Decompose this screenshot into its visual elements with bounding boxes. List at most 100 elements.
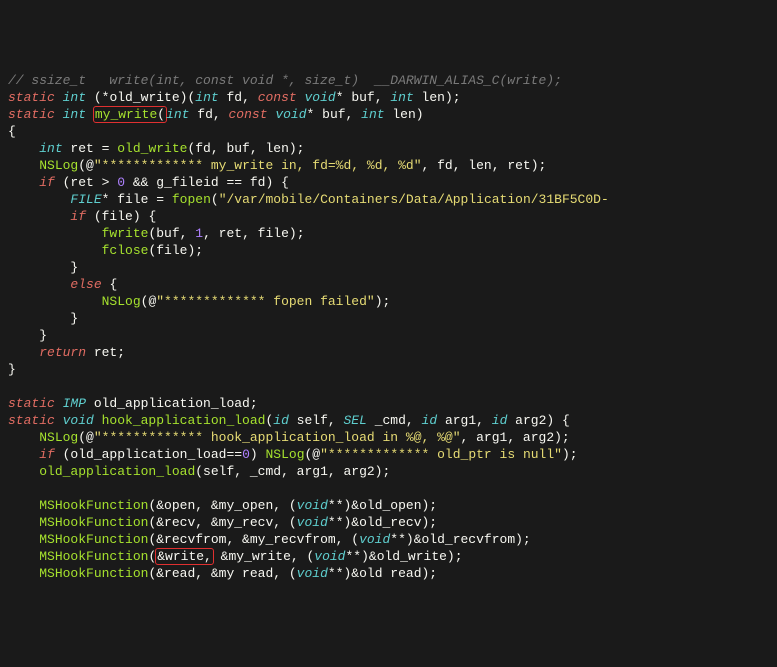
keyword: const xyxy=(229,107,268,122)
type: void xyxy=(297,498,328,513)
punct: , xyxy=(213,107,229,122)
text: ) xyxy=(250,447,266,462)
identifier: self xyxy=(289,413,328,428)
punct: , xyxy=(476,413,492,428)
punct: * xyxy=(102,192,118,207)
indent xyxy=(8,447,39,462)
indent xyxy=(8,532,39,547)
func-call: old_write xyxy=(117,141,187,156)
text: , arg1, arg2); xyxy=(461,430,570,445)
keyword: return xyxy=(39,345,86,360)
text: = xyxy=(148,192,171,207)
punct: (* xyxy=(86,90,109,105)
func-call: NSLog xyxy=(39,430,78,445)
punct: * xyxy=(307,107,323,122)
func-call: NSLog xyxy=(265,447,304,462)
punct: (@ xyxy=(78,158,94,173)
text: (file); xyxy=(148,243,203,258)
text: (&recvfrom, &my_recvfrom, ( xyxy=(148,532,359,547)
type: id xyxy=(422,413,438,428)
text: &write, xyxy=(157,549,212,564)
punct: (@ xyxy=(141,294,157,309)
punct: )( xyxy=(180,90,196,105)
type: int xyxy=(195,90,218,105)
type: void xyxy=(297,566,328,581)
indent xyxy=(8,141,39,156)
func-call: MSHookFunction xyxy=(39,549,148,564)
brace: } xyxy=(8,328,47,343)
func-call: MSHookFunction xyxy=(39,515,148,530)
identifier: len xyxy=(385,107,416,122)
type: int xyxy=(361,107,384,122)
indent xyxy=(8,175,39,190)
string: "************* my_write in, fd=%d, %d, %… xyxy=(94,158,422,173)
func-call: MSHookFunction xyxy=(39,566,148,581)
type: void xyxy=(297,515,328,530)
func-name: my_write xyxy=(95,107,157,122)
indent xyxy=(8,515,39,530)
func-call: NSLog xyxy=(102,294,141,309)
identifier: fd xyxy=(189,107,212,122)
identifier: fd xyxy=(219,90,242,105)
indent xyxy=(8,209,70,224)
text: **)&old_write); xyxy=(346,549,463,564)
type: void xyxy=(297,90,336,105)
text: ret; xyxy=(86,345,125,360)
text: { xyxy=(102,277,118,292)
identifier: len xyxy=(414,90,445,105)
string: "************* hook_application_load in … xyxy=(94,430,461,445)
text: (file) { xyxy=(86,209,156,224)
text: **)&old_recvfrom); xyxy=(390,532,530,547)
punct: ( xyxy=(211,192,219,207)
punct: , xyxy=(406,413,422,428)
indent xyxy=(8,226,102,241)
type: int xyxy=(39,141,62,156)
identifier: arg1 xyxy=(437,413,476,428)
type: void xyxy=(55,413,102,428)
type: int xyxy=(390,90,413,105)
punct: , xyxy=(328,413,344,428)
brace: } xyxy=(8,362,16,377)
keyword: if xyxy=(39,447,55,462)
text: (old_application_load== xyxy=(55,447,242,462)
func-call: old_application_load xyxy=(39,464,195,479)
text: (&read, &my read, ( xyxy=(148,566,296,581)
text: && g_fileid == fd) { xyxy=(125,175,289,190)
text: (&open, &my_open, ( xyxy=(148,498,296,513)
indent xyxy=(8,430,39,445)
text: (fd, buf, len); xyxy=(187,141,304,156)
identifier: old_write xyxy=(109,90,179,105)
indent xyxy=(8,345,39,360)
text: buf, xyxy=(156,226,195,241)
indent xyxy=(8,294,102,309)
keyword: static xyxy=(8,90,55,105)
keyword: static xyxy=(8,107,55,122)
type: id xyxy=(492,413,508,428)
brace: } xyxy=(8,311,78,326)
func-call: fclose xyxy=(102,243,149,258)
text: &my_write, ( xyxy=(213,549,314,564)
punct: (@ xyxy=(78,430,94,445)
code-editor: // ssize_t write(int, const void *, size… xyxy=(8,72,777,582)
type: void xyxy=(359,532,390,547)
func-call: fopen xyxy=(172,192,211,207)
indent xyxy=(8,549,39,564)
punct: ( xyxy=(157,107,165,122)
string: "************* old_ptr is null" xyxy=(320,447,562,462)
text: , fd, len, ret); xyxy=(422,158,547,173)
type: SEL xyxy=(344,413,367,428)
number: 1 xyxy=(195,226,203,241)
func-call: NSLog xyxy=(39,158,78,173)
text: (ret > xyxy=(55,175,117,190)
func-call: MSHookFunction xyxy=(39,498,148,513)
brace: } xyxy=(8,260,78,275)
keyword: else xyxy=(70,277,101,292)
text: (self, _cmd, arg1, arg2); xyxy=(195,464,390,479)
punct: ); xyxy=(562,447,578,462)
brace: { xyxy=(8,124,16,139)
type: FILE xyxy=(70,192,101,207)
identifier: buf xyxy=(351,90,374,105)
highlight-my-write: my_write( xyxy=(93,106,167,123)
text: **)&old read); xyxy=(328,566,437,581)
keyword: if xyxy=(39,175,55,190)
